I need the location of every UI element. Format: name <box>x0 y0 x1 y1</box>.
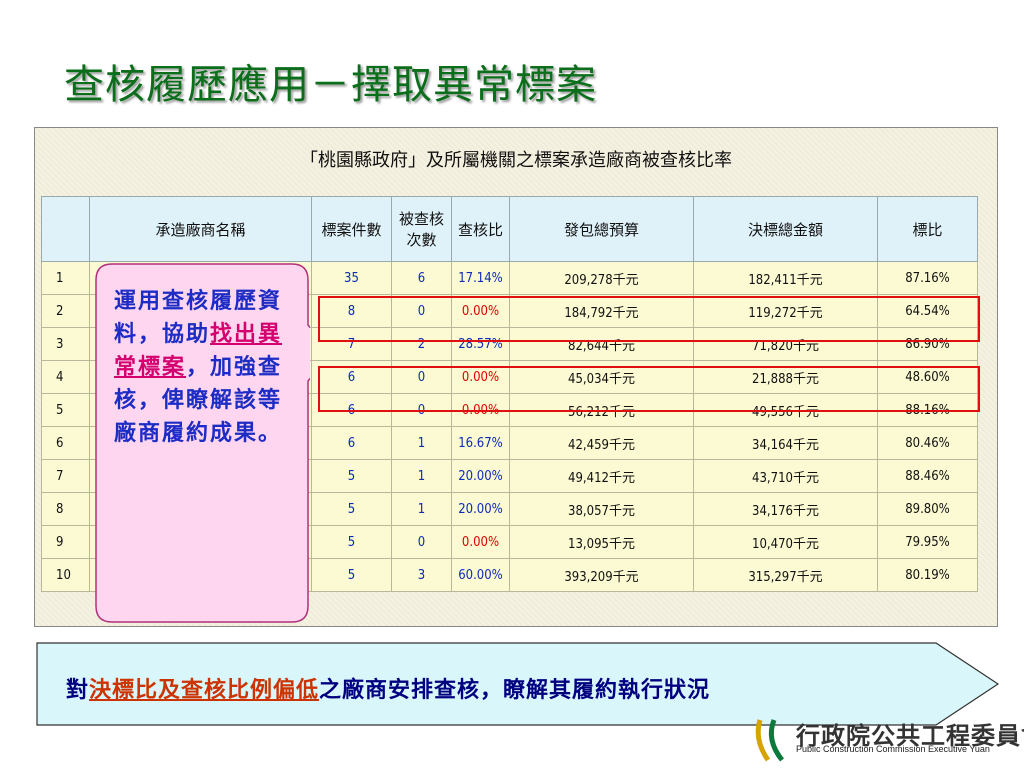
row-index-cell: 6 <box>41 426 90 460</box>
case-count-cell: 5 <box>311 525 392 559</box>
case-count-cell: 5 <box>311 558 392 592</box>
audit-count-cell: 0 <box>391 525 452 559</box>
audit-count-cell: 1 <box>391 426 452 460</box>
banner-emphasis: 決標比及查核比例偏低 <box>89 677 320 703</box>
row-index-cell: 10 <box>41 558 90 592</box>
banner-prefix: 對 <box>66 677 90 703</box>
audit-ratio-cell: 17.14% <box>451 261 510 295</box>
table-caption: 「桃園縣政府」及所屬機關之標案承造廠商被查核比率 <box>300 150 732 171</box>
banner-suffix: 之廠商安排查核，瞭解其履約執行狀況 <box>319 677 711 703</box>
budget-total-cell: 209,278千元 <box>509 261 694 295</box>
award-ratio-cell: 80.19% <box>877 558 978 592</box>
award-total-cell: 34,164千元 <box>693 426 878 460</box>
budget-total-cell: 42,459千元 <box>509 426 694 460</box>
table-header-row: 承造廠商名稱 標案件數 被查核次數 查核比 發包總預算 決標總金額 標比 <box>41 196 978 262</box>
col-header-award: 決標總金額 <box>693 196 878 262</box>
pcc-logo: 行政院公共工程委員會 Public Construction Commissio… <box>752 714 1024 764</box>
highlight-box-row-4 <box>318 366 980 412</box>
award-ratio-cell: 80.46% <box>877 426 978 460</box>
award-total-cell: 34,176千元 <box>693 492 878 526</box>
row-index-cell: 1 <box>41 261 90 295</box>
budget-total-cell: 49,412千元 <box>509 459 694 493</box>
award-ratio-cell: 79.95% <box>877 525 978 559</box>
row-index-cell: 9 <box>41 525 90 559</box>
audit-count-cell: 6 <box>391 261 452 295</box>
slide-title: 查核履歷應用－擇取異常標案 <box>64 62 597 108</box>
audit-ratio-cell: 20.00% <box>451 459 510 493</box>
audit-ratio-cell: 0.00% <box>451 525 510 559</box>
highlight-box-row-2 <box>318 296 980 342</box>
row-index-cell: 7 <box>41 459 90 493</box>
case-count-cell: 5 <box>311 492 392 526</box>
pcc-emblem-icon <box>755 719 784 762</box>
case-count-cell: 35 <box>311 261 392 295</box>
award-total-cell: 182,411千元 <box>693 261 878 295</box>
logo-text-en: Public Construction Commission Executive… <box>796 744 990 754</box>
case-count-cell: 5 <box>311 459 392 493</box>
budget-total-cell: 38,057千元 <box>509 492 694 526</box>
audit-count-cell: 1 <box>391 459 452 493</box>
budget-total-cell: 13,095千元 <box>509 525 694 559</box>
col-header-audits: 被查核次數 <box>391 196 452 262</box>
award-ratio-cell: 89.80% <box>877 492 978 526</box>
row-index-cell: 2 <box>41 294 90 328</box>
award-total-cell: 315,297千元 <box>693 558 878 592</box>
col-header-budget: 發包總預算 <box>509 196 694 262</box>
case-count-cell: 6 <box>311 426 392 460</box>
banner-text: 對決標比及查核比例偏低之廠商安排查核，瞭解其履約執行狀況 <box>66 672 710 704</box>
award-ratio-cell: 88.46% <box>877 459 978 493</box>
audit-ratio-cell: 60.00% <box>451 558 510 592</box>
row-index-cell: 8 <box>41 492 90 526</box>
budget-total-cell: 393,209千元 <box>509 558 694 592</box>
row-index-cell: 5 <box>41 393 90 427</box>
audit-count-cell: 1 <box>391 492 452 526</box>
col-header-cases: 標案件數 <box>311 196 392 262</box>
callout-bubble: 運用查核履歷資料，協助找出異常標案，加強查核，俾瞭解該等廠商履約成果。 <box>94 263 310 623</box>
callout-text: 運用查核履歷資料，協助找出異常標案，加強查核，俾瞭解該等廠商履約成果。 <box>114 285 286 450</box>
col-header-audit-ratio: 查核比 <box>451 196 510 262</box>
award-total-cell: 43,710千元 <box>693 459 878 493</box>
row-index-cell: 4 <box>41 360 90 394</box>
col-header-vendor: 承造廠商名稱 <box>89 196 312 262</box>
audit-count-cell: 3 <box>391 558 452 592</box>
row-index-cell: 3 <box>41 327 90 361</box>
audit-ratio-cell: 20.00% <box>451 492 510 526</box>
col-header-index <box>41 196 90 262</box>
award-total-cell: 10,470千元 <box>693 525 878 559</box>
col-header-award-ratio: 標比 <box>877 196 978 262</box>
award-ratio-cell: 87.16% <box>877 261 978 295</box>
audit-ratio-cell: 16.67% <box>451 426 510 460</box>
